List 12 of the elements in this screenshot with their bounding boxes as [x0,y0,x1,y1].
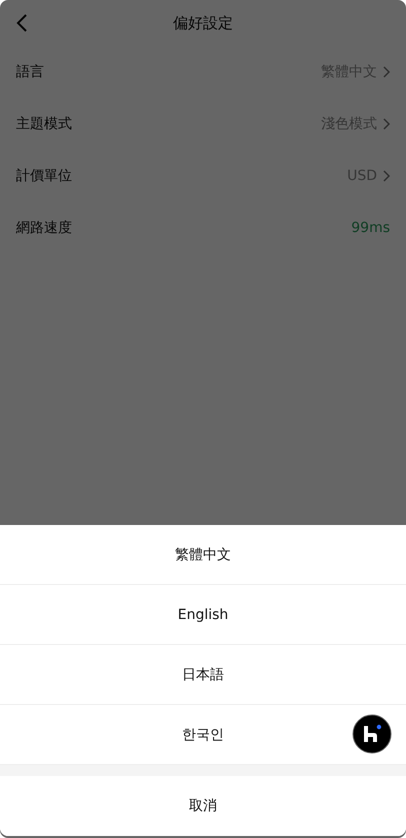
app-badge-icon[interactable] [352,714,392,754]
chevron-icon [383,170,390,182]
setting-label: 網路速度 [16,219,72,237]
page-title: 偏好設定 [173,14,233,32]
chevron-icon [383,118,390,130]
setting-label: 語言 [16,63,44,81]
setting-label: 主題模式 [16,115,72,133]
back-icon[interactable] [16,14,28,32]
setting-label: 計價單位 [16,167,72,185]
latency-reading: 99ms [351,220,390,236]
chevron-icon [383,66,390,78]
language-option[interactable]: 繁體中文 [0,525,406,585]
